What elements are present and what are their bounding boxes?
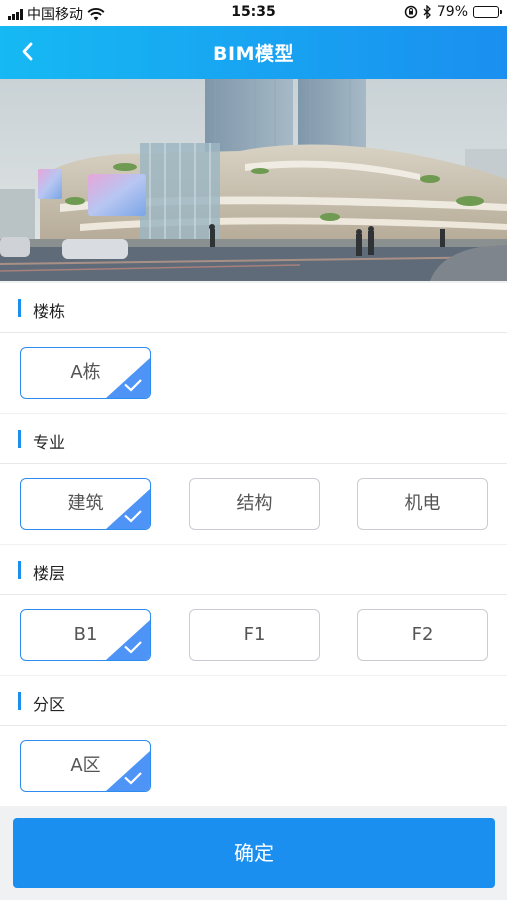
bluetooth-icon: [423, 5, 431, 19]
option-floor-f1[interactable]: F1: [189, 609, 320, 661]
orientation-lock-icon: [404, 5, 418, 19]
battery-percent: 79%: [436, 4, 468, 20]
option-discipline-mep[interactable]: 机电: [357, 478, 488, 530]
section-options-zone: A区: [0, 726, 507, 806]
section-options-discipline: 建筑 结构 机电: [0, 464, 507, 544]
option-building-a[interactable]: A栋: [20, 347, 151, 399]
section-header-building: 楼栋: [0, 283, 507, 333]
option-zone-a[interactable]: A区: [20, 740, 151, 792]
page-title: BIM模型: [213, 43, 294, 65]
section-header-discipline: 专业: [0, 414, 507, 464]
section-accent-bar: [18, 430, 21, 448]
option-label: A栋: [70, 362, 101, 383]
option-label: F1: [243, 624, 266, 645]
section-accent-bar: [18, 561, 21, 579]
option-label: F2: [411, 624, 434, 645]
option-floor-f2[interactable]: F2: [357, 609, 488, 661]
option-label: 建筑: [67, 493, 104, 514]
option-label: A区: [70, 755, 101, 776]
status-right: 79%: [404, 4, 502, 20]
option-label: 结构: [236, 493, 273, 514]
option-label: 机电: [404, 493, 441, 514]
section-label-discipline: 专业: [33, 433, 66, 452]
section-options-floor: B1 F1 F2: [0, 595, 507, 675]
building-banner-image: [0, 79, 507, 281]
checkmark-icon: [124, 379, 142, 392]
section-label-floor: 楼层: [33, 564, 66, 583]
checkmark-icon: [124, 510, 142, 523]
confirm-button[interactable]: 确定: [13, 818, 495, 888]
option-discipline-architecture[interactable]: 建筑: [20, 478, 151, 530]
option-discipline-structure[interactable]: 结构: [189, 478, 320, 530]
section-label-building: 楼栋: [33, 302, 66, 321]
battery-icon: [473, 6, 502, 18]
section-options-building: A栋: [0, 333, 507, 413]
checkmark-icon: [124, 772, 142, 785]
section-header-floor: 楼层: [0, 545, 507, 595]
section-accent-bar: [18, 692, 21, 710]
checkmark-icon: [124, 641, 142, 654]
status-bar: 中国移动 15:35 79%: [0, 0, 507, 26]
option-floor-b1[interactable]: B1: [20, 609, 151, 661]
section-header-zone: 分区: [0, 676, 507, 726]
section-accent-bar: [18, 299, 21, 317]
nav-bar: BIM模型: [0, 26, 507, 79]
option-label: B1: [73, 624, 98, 645]
section-label-zone: 分区: [33, 695, 66, 714]
